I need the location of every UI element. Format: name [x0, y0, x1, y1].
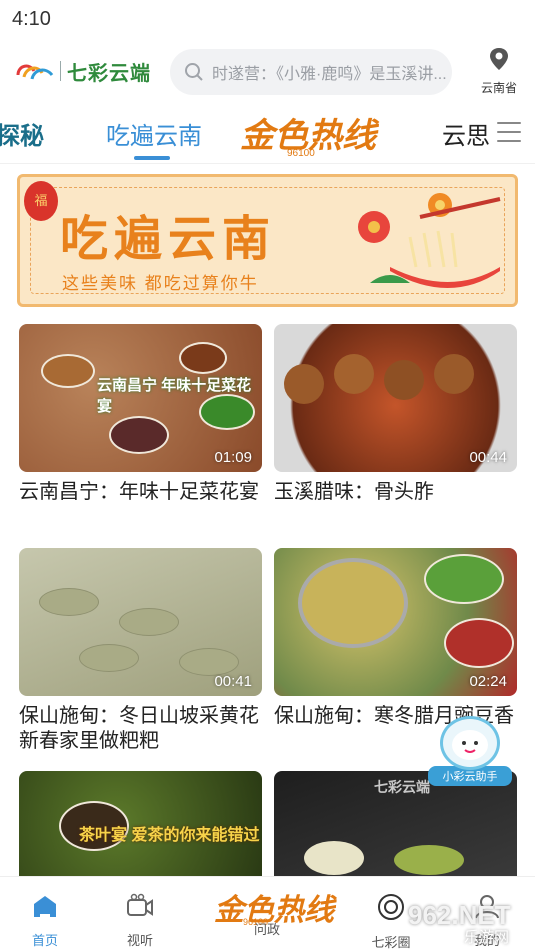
video-camera-icon — [127, 893, 153, 916]
video-title[interactable]: 云南昌宁：年味十足菜花宴 — [19, 480, 262, 505]
dish-image — [444, 618, 514, 668]
logo-text: 七彩云端 — [67, 60, 151, 85]
video-card[interactable]: 00:41 保山施甸：冬日山坡采黄花 新春家里做粑粑 — [19, 548, 262, 754]
noodle-bowl-illustration — [358, 193, 501, 288]
logo-icon — [16, 64, 54, 80]
video-duration: 01:09 — [214, 449, 252, 466]
menu-icon[interactable] — [497, 122, 521, 144]
top-bar: 七彩云端 时遂营：《小雅·鹿鸣》是玉溪讲... 云南省 — [0, 44, 535, 100]
pea-rice-image — [298, 558, 408, 648]
channel-tabs: 探秘 吃遍云南 金色热线 96100 云思 — [0, 108, 535, 164]
location-label: 云南省 — [480, 81, 517, 95]
nav-home-label: 首页 — [31, 933, 58, 948]
search-placeholder: 时遂营：《小雅·鹿鸣》是玉溪讲... — [212, 66, 447, 83]
search-bar[interactable]: 时遂营：《小雅·鹿鸣》是玉溪讲... — [170, 49, 452, 95]
video-card[interactable]: 00:44 玉溪腊味：骨头胙 — [274, 324, 517, 505]
eat-yunnan-banner[interactable]: 福 吃遍云南 这些美味 都吃过算你牛 — [17, 174, 518, 307]
nav-video[interactable]: 视听 — [105, 893, 175, 949]
video-thumbnail[interactable]: 00:44 — [274, 324, 517, 472]
video-title[interactable]: 保山施甸：冬日山坡采黄花 新春家里做粑粑 — [19, 704, 262, 754]
video-overlay-text: 云南昌宁 年味十足菜花宴 — [97, 377, 252, 415]
video-thumbnail[interactable]: 茶叶宴 爱茶的你来能错过 — [19, 771, 262, 876]
video-duration: 00:44 — [469, 449, 507, 466]
video-overlay-text: 茶叶宴 爱茶的你来能错过 — [79, 827, 260, 844]
location-button[interactable]: 云南省 — [474, 46, 524, 98]
banner-title: 吃遍云南 — [60, 211, 277, 267]
video-thumbnail[interactable]: 02:24 — [274, 548, 517, 696]
cake-image — [39, 588, 99, 616]
tab-explore[interactable]: 探秘 — [0, 116, 44, 151]
app-logo[interactable]: 七彩云端 — [14, 54, 154, 88]
video-overlay-text: 七彩云端 — [374, 779, 430, 795]
tab-active-indicator — [134, 156, 170, 160]
dish-image — [41, 354, 95, 388]
video-duration: 02:24 — [469, 673, 507, 690]
video-thumbnail[interactable]: 00:41 — [19, 548, 262, 696]
tab-eat-yunnan[interactable]: 吃遍云南 — [106, 116, 202, 151]
meatball-image — [434, 354, 474, 394]
nav-ask[interactable]: 问政 — [232, 913, 302, 938]
assistant-button[interactable]: 小彩云助手 — [428, 716, 512, 788]
video-card[interactable]: 云南昌宁 年味十足菜花宴 01:09 云南昌宁：年味十足菜花宴 — [19, 324, 262, 505]
status-bar: 4:10 — [0, 0, 535, 38]
cake-image — [119, 608, 179, 636]
meatball-image — [284, 364, 324, 404]
dish-image — [394, 845, 464, 875]
status-time: 4:10 — [12, 8, 51, 30]
video-title[interactable]: 玉溪腊味：骨头胙 — [274, 480, 517, 505]
tab-golden-hotline-number: 96100 — [287, 148, 315, 159]
video-duration: 00:41 — [214, 673, 252, 690]
dish-image — [109, 416, 169, 454]
meatball-image — [334, 354, 374, 394]
meatball-image — [384, 360, 424, 400]
video-card[interactable]: 02:24 保山施甸：寒冬腊月豌豆香 — [274, 548, 517, 729]
nav-ask-label: 问政 — [253, 922, 280, 937]
cake-image — [79, 644, 139, 672]
video-thumbnail[interactable]: 云南昌宁 年味十足菜花宴 01:09 — [19, 324, 262, 472]
location-pin-icon — [490, 48, 508, 70]
search-icon — [185, 63, 203, 81]
assistant-mascot-icon — [440, 716, 500, 770]
nav-home[interactable]: 首页 — [10, 893, 80, 949]
watermark-sub: 乐游网 — [464, 929, 510, 946]
dish-image — [424, 554, 504, 604]
logo-separator — [60, 61, 61, 81]
video-card[interactable]: 茶叶宴 爱茶的你来能错过 — [19, 771, 262, 876]
tab-yunsi[interactable]: 云思 — [442, 116, 490, 151]
site-watermark: 962.NET 乐游网 — [408, 900, 528, 946]
banner-subtitle: 这些美味 都吃过算你牛 — [62, 274, 259, 293]
dish-image — [304, 841, 364, 875]
lantern-icon: 福 — [24, 181, 58, 221]
nav-video-label: 视听 — [126, 933, 153, 948]
cake-image — [179, 648, 239, 676]
dish-image — [179, 342, 227, 374]
home-icon — [34, 896, 56, 917]
camera-lens-icon — [378, 894, 404, 920]
